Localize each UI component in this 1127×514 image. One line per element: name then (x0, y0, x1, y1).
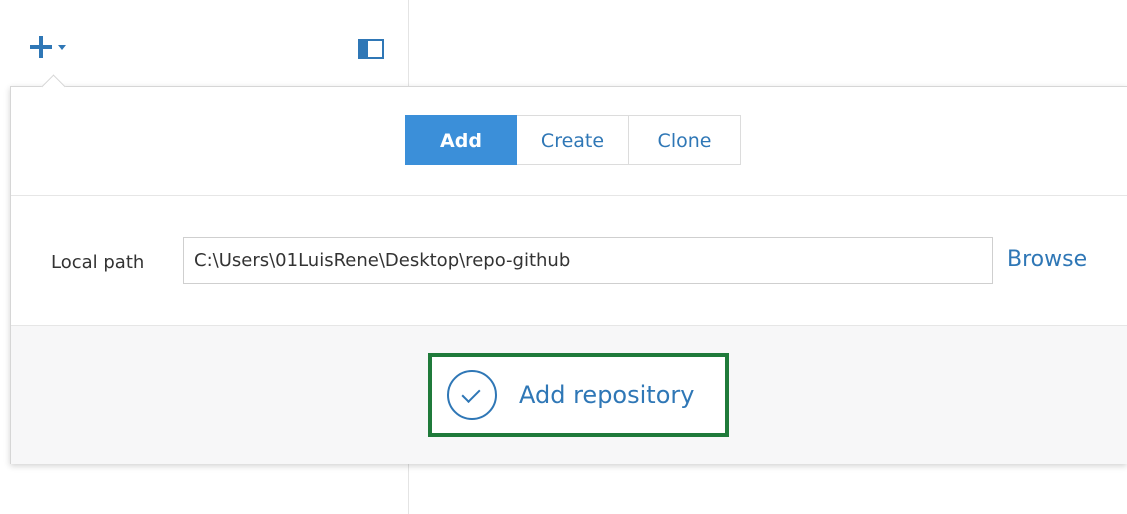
plus-icon (30, 36, 52, 58)
local-path-label: Local path (51, 252, 145, 273)
tab-add[interactable]: Add (405, 115, 517, 165)
caret-down-icon (58, 44, 66, 50)
app-window: Add Create Clone Local path Browse Add r… (0, 0, 1127, 514)
add-repository-popover: Add Create Clone Local path Browse Add r… (10, 74, 1127, 464)
tab-bar: Add Create Clone (405, 115, 741, 165)
popover-footer: Add repository (11, 326, 1127, 464)
add-repository-button[interactable]: Add repository (428, 353, 729, 437)
add-repository-label: Add repository (519, 381, 695, 409)
tabs-separator (11, 195, 1127, 196)
browse-button[interactable]: Browse (1007, 247, 1087, 272)
popover-arrow (41, 74, 66, 99)
tab-create[interactable]: Create (517, 115, 629, 165)
tab-clone[interactable]: Clone (629, 115, 741, 165)
sidebar-toggle-icon[interactable] (358, 39, 384, 59)
add-menu-button[interactable] (30, 36, 66, 58)
local-path-input[interactable] (183, 237, 993, 284)
check-circle-icon (447, 370, 497, 420)
